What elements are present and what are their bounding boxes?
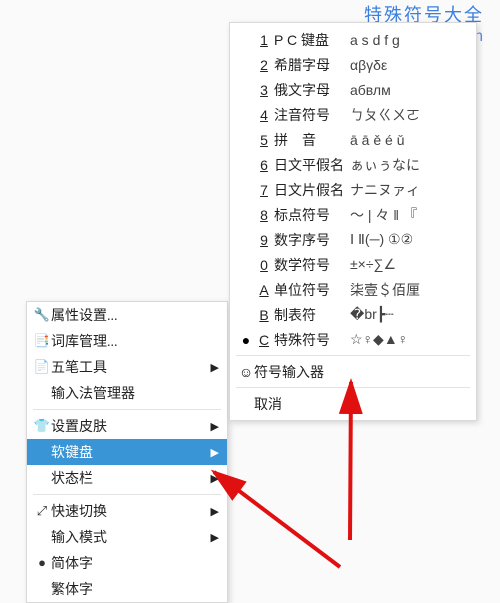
accelerator-key: B [254, 307, 274, 323]
softkeyboard-item-name: 注音符号 [274, 105, 350, 125]
softkeyboard-submenu: 1P C 键盘 a s d f g2希腊字母 αβγδε3俄文字母 абвлм4… [229, 22, 477, 421]
softkeyboard-item-sample: ナニヌァィ [350, 180, 420, 200]
sk-punct[interactable]: 8标点符号 ～ | 々 ‖ 『 [230, 202, 476, 227]
submenu-arrow-icon: ▶ [211, 531, 219, 544]
submenu-arrow-icon: ▶ [211, 505, 219, 518]
menu-softkeyboard[interactable]: 软键盘 ▶ [27, 439, 227, 465]
softkeyboard-item-name: 特殊符号 [274, 330, 350, 350]
menu-separator [33, 409, 221, 410]
softkeyboard-item-sample: a s d f g [350, 32, 400, 48]
accelerator-key: 3 [254, 82, 274, 98]
accelerator-key: 1 [254, 32, 274, 48]
menu-item-label: 五笔工具 [51, 357, 107, 377]
accelerator-key: 6 [254, 157, 274, 173]
cancel-label: 取消 [254, 394, 282, 414]
menu-ime-manager[interactable]: 输入法管理器 [27, 380, 227, 406]
submenu-arrow-icon: ▶ [211, 361, 219, 374]
menu-inputmode[interactable]: 输入模式 ▶ [27, 524, 227, 550]
menu-item-icon: ⤢ [33, 503, 51, 519]
accelerator-key: 9 [254, 232, 274, 248]
softkeyboard-item-name: 日文平假名 [274, 155, 350, 175]
smile-icon: ☺ [238, 364, 254, 380]
softkeyboard-item-name: 希腊字母 [274, 55, 350, 75]
accelerator-key: 2 [254, 57, 274, 73]
accelerator-key: 0 [254, 257, 274, 273]
sk-boxdraw[interactable]: B制表符 �br┣┄ [230, 302, 476, 327]
accelerator-key: 5 [254, 132, 274, 148]
softkeyboard-item-sample: ☆♀◆▲♀ [350, 331, 408, 348]
softkeyboard-item-sample: ～ | 々 ‖ 『 [350, 205, 417, 225]
menu-item-label: 词库管理... [51, 331, 118, 351]
menu-wubi-tools[interactable]: 📄五笔工具 ▶ [27, 354, 227, 380]
menu-simplified[interactable]: ●简体字 [27, 550, 227, 576]
sk-math[interactable]: 0数学符号 ±×÷∑∠ [230, 252, 476, 277]
softkeyboard-item-name: 数学符号 [274, 255, 350, 275]
sk-cancel[interactable]: 取消 [230, 391, 476, 416]
menu-item-icon: 🔧 [33, 307, 51, 323]
softkeyboard-item-name: 数字序号 [274, 230, 350, 250]
softkeyboard-item-name: 标点符号 [274, 205, 350, 225]
menu-quickswitch[interactable]: ⤢快速切换 ▶ [27, 498, 227, 524]
menu-item-label: 设置皮肤 [51, 416, 107, 436]
softkeyboard-item-name: 符号输入器 [254, 362, 324, 382]
menu-item-label: 简体字 [51, 553, 93, 573]
softkeyboard-item-name: P C 键盘 [274, 30, 350, 50]
softkeyboard-item-sample: ㄅㄆㄍㄨㄛ [350, 105, 420, 125]
softkeyboard-item-name: 制表符 [274, 305, 350, 325]
sk-greek[interactable]: 2希腊字母 αβγδε [230, 52, 476, 77]
softkeyboard-item-sample: ±×÷∑∠ [350, 256, 396, 273]
accelerator-key: 8 [254, 207, 274, 223]
submenu-arrow-icon: ▶ [211, 446, 219, 459]
softkeyboard-item-sample: ā ā ě é ǔ [350, 132, 405, 148]
menu-item-icon: 👕 [33, 418, 51, 434]
radio-icon: ● [238, 332, 254, 348]
context-menu-left: 🔧属性设置...📑词库管理...📄五笔工具▶输入法管理器👕设置皮肤▶软键盘▶状态… [26, 301, 228, 603]
sk-pc[interactable]: 1P C 键盘 a s d f g [230, 27, 476, 52]
softkeyboard-item-sample: 柒壹＄佰厘 [350, 280, 420, 300]
menu-statusbar[interactable]: 状态栏 ▶ [27, 465, 227, 491]
softkeyboard-item-name: 俄文字母 [274, 80, 350, 100]
menu-item-label: 输入模式 [51, 527, 107, 547]
menu-item-label: 状态栏 [51, 468, 93, 488]
menu-item-label: 软键盘 [51, 442, 93, 462]
softkeyboard-item-name: 拼 音 [274, 130, 350, 150]
accelerator-key: C [254, 332, 274, 348]
softkeyboard-item-sample: абвлм [350, 82, 391, 98]
menu-dict[interactable]: 📑词库管理... [27, 328, 227, 354]
sk-hiragana[interactable]: 6日文平假名 ぁぃぅなに [230, 152, 476, 177]
accelerator-key: 7 [254, 182, 274, 198]
sk-symbol-input[interactable]: ☺ 符号输入器 [230, 359, 476, 384]
softkeyboard-item-name: 日文片假名 [274, 180, 350, 200]
softkeyboard-item-sample: Ⅰ Ⅱ(─) ①② [350, 231, 413, 248]
menu-item-icon: ● [33, 555, 51, 571]
sk-numseq[interactable]: 9数字序号 Ⅰ Ⅱ(─) ①② [230, 227, 476, 252]
softkeyboard-item-sample: �br┣┄ [350, 306, 394, 323]
menu-item-label: 输入法管理器 [51, 383, 135, 403]
sk-katakana[interactable]: 7日文片假名 ナニヌァィ [230, 177, 476, 202]
softkeyboard-item-sample: αβγδε [350, 57, 387, 73]
menu-skin[interactable]: 👕设置皮肤 ▶ [27, 413, 227, 439]
sk-special[interactable]: ●C特殊符号 ☆♀◆▲♀ [230, 327, 476, 352]
menu-separator [33, 494, 221, 495]
submenu-arrow-icon: ▶ [211, 420, 219, 433]
menu-properties[interactable]: 🔧属性设置... [27, 302, 227, 328]
menu-separator [236, 387, 470, 388]
accelerator-key: 4 [254, 107, 274, 123]
accelerator-key: A [254, 282, 274, 298]
menu-item-icon: 📑 [33, 333, 51, 349]
menu-item-label: 繁体字 [51, 579, 93, 599]
sk-zhuyin[interactable]: 4注音符号 ㄅㄆㄍㄨㄛ [230, 102, 476, 127]
menu-item-icon: 📄 [33, 359, 51, 375]
menu-item-label: 属性设置... [51, 305, 118, 325]
submenu-arrow-icon: ▶ [211, 472, 219, 485]
menu-traditional[interactable]: 繁体字 [27, 576, 227, 602]
sk-unit[interactable]: A单位符号 柒壹＄佰厘 [230, 277, 476, 302]
softkeyboard-item-sample: ぁぃぅなに [350, 155, 420, 175]
sk-pinyin[interactable]: 5拼 音 ā ā ě é ǔ [230, 127, 476, 152]
softkeyboard-item-name: 单位符号 [274, 280, 350, 300]
sk-russian[interactable]: 3俄文字母 абвлм [230, 77, 476, 102]
menu-item-label: 快速切换 [51, 501, 107, 521]
menu-separator [236, 355, 470, 356]
